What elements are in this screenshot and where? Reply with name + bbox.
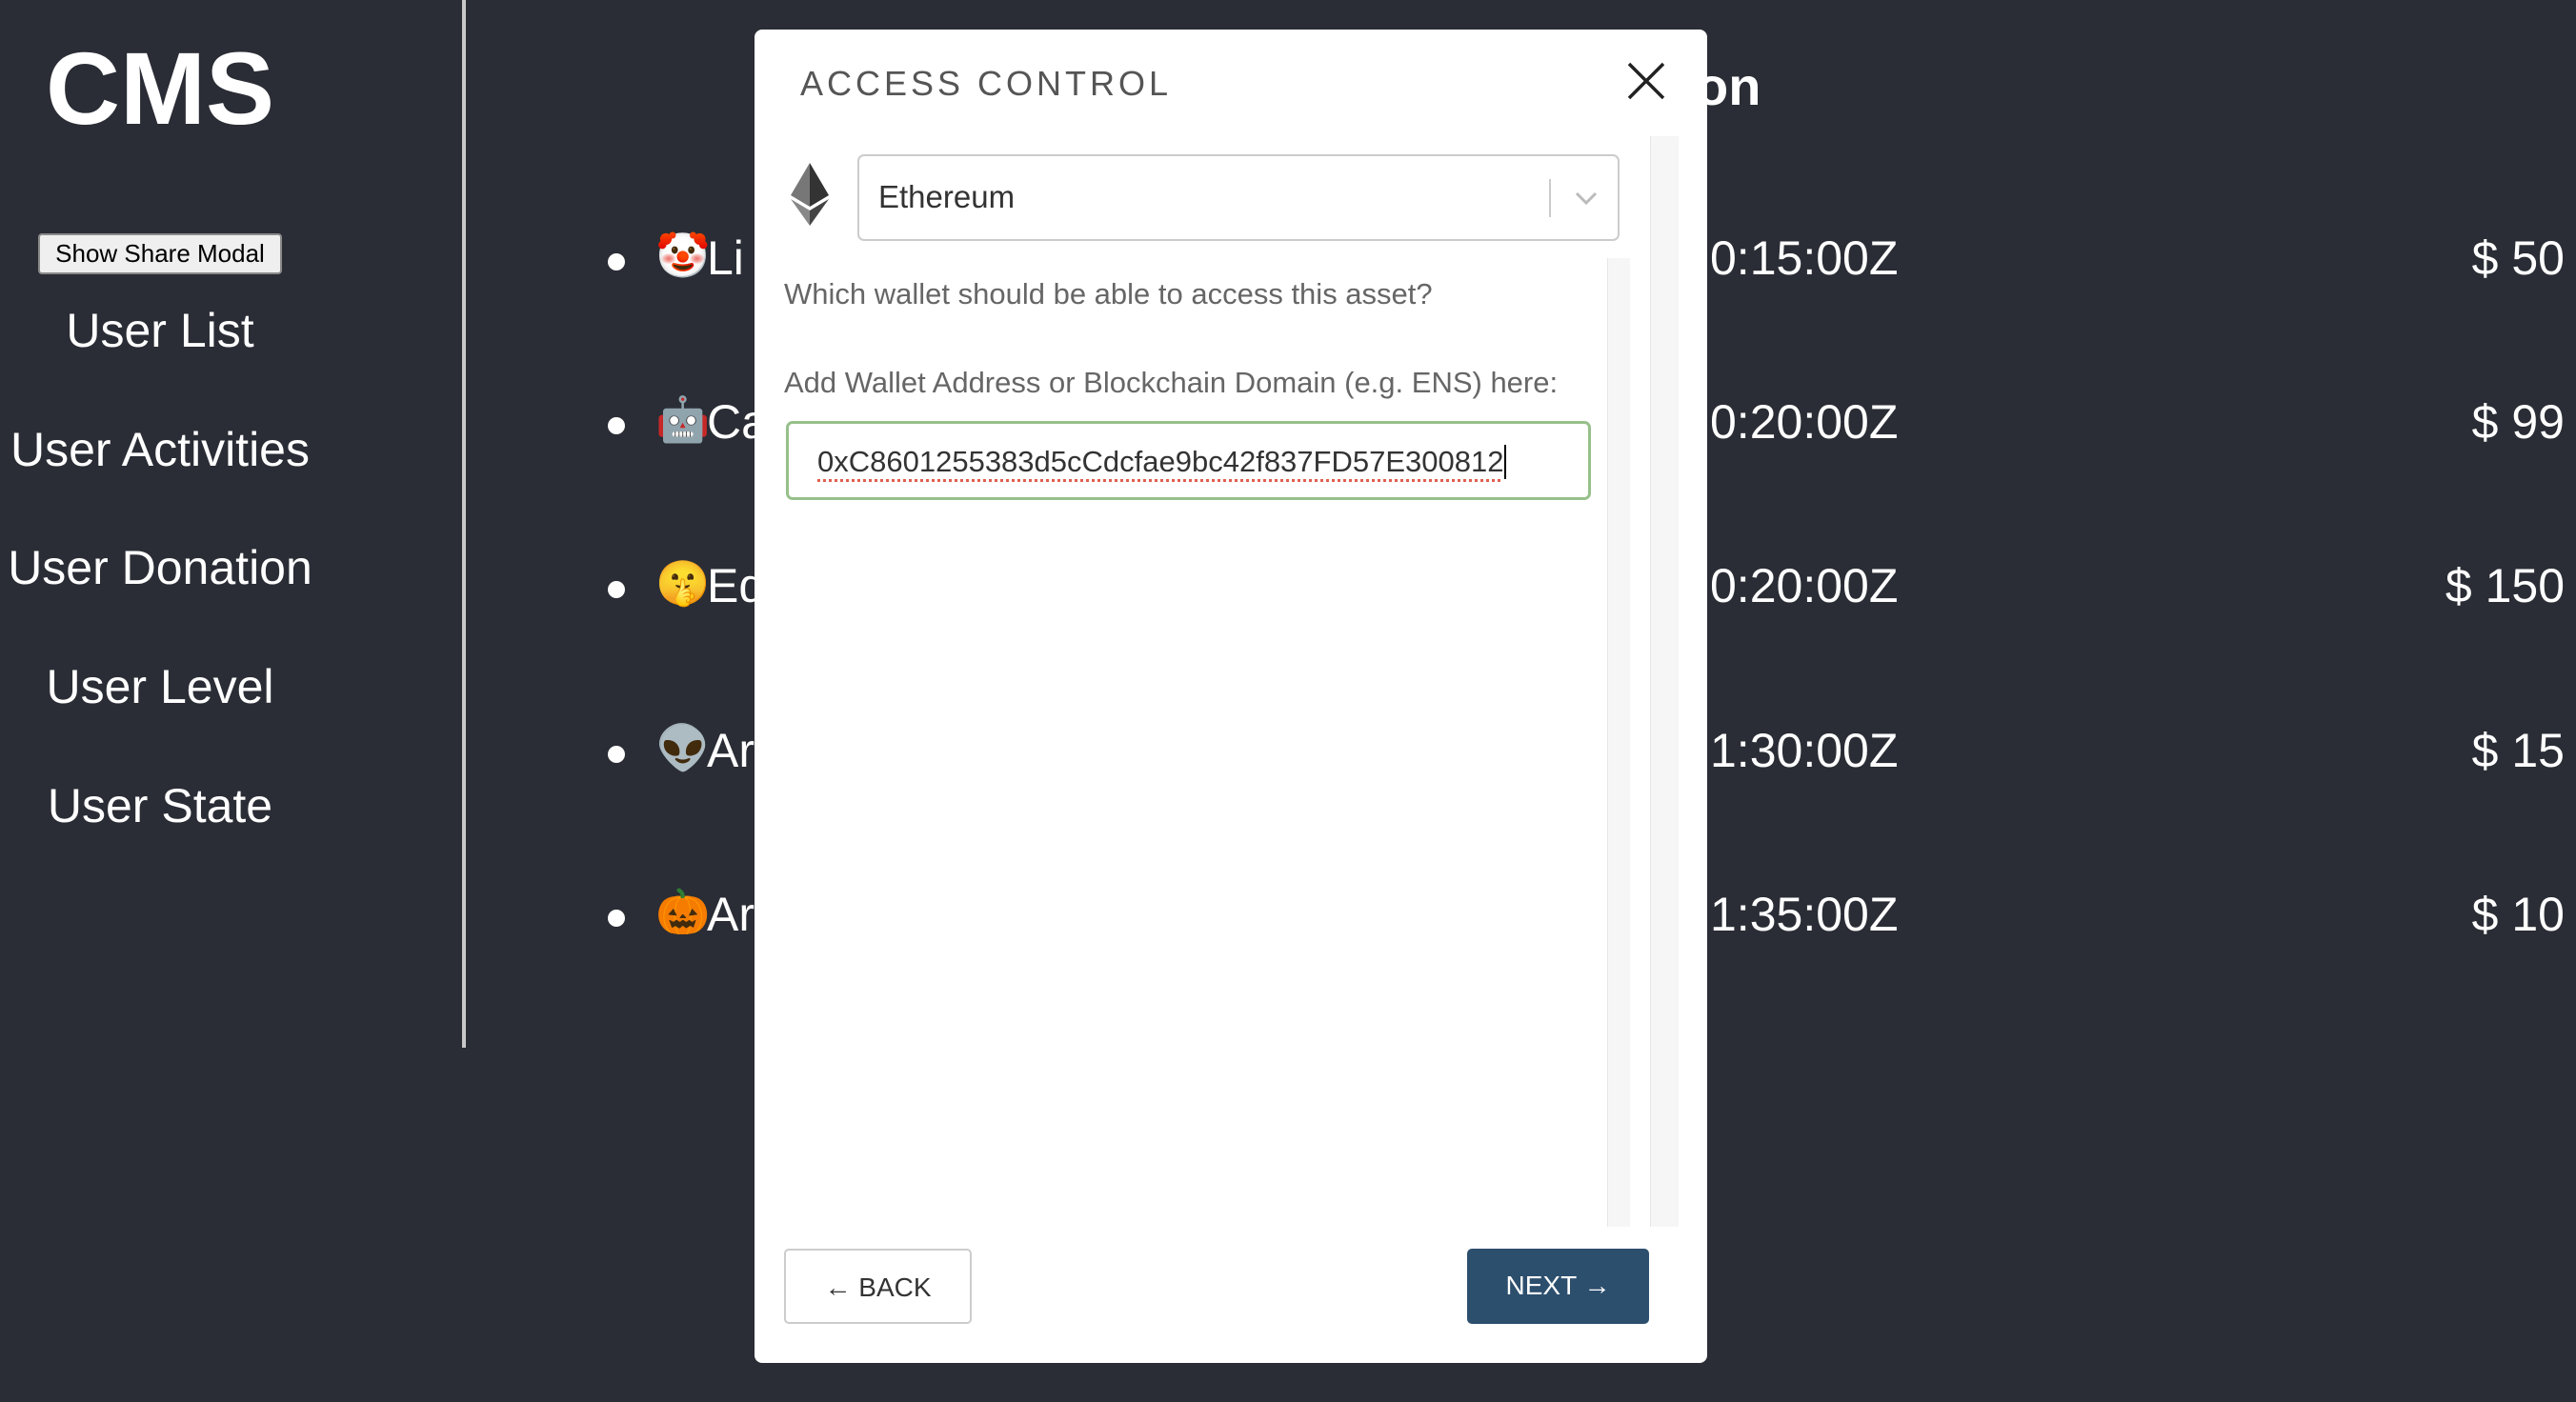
donation-amount: $ 99 [2471,395,2565,449]
app-logo: CMS [46,30,274,146]
close-icon[interactable] [1621,56,1671,106]
nav-user-list[interactable]: User List [0,303,320,358]
donation-time: 1:35:00Z [1710,888,1899,941]
bullet [608,746,625,763]
nav-user-activities[interactable]: User Activities [0,422,320,477]
back-button[interactable]: ← BACK [784,1249,972,1324]
nav-user-donation[interactable]: User Donation [0,540,320,595]
access-control-modal: ACCESS CONTROL Ethereum Which wallet sho… [755,30,1707,1363]
donation-time: 0:15:00Z [1710,231,1899,285]
donor-name: Ar [707,888,755,941]
bullet [608,253,625,270]
show-share-modal-button[interactable]: Show Share Modal [38,233,282,274]
wallet-address-input[interactable]: 0xC8601255383d5cCdcfae9bc42f837FD57E3008… [786,421,1591,500]
nav-user-level[interactable]: User Level [0,659,320,714]
modal-title: ACCESS CONTROL [800,64,1173,103]
bullet [608,417,625,434]
donation-time: 0:20:00Z [1710,395,1899,449]
select-separator [1549,179,1551,217]
sidebar-divider [462,0,466,1048]
wallet-address-value: 0xC8601255383d5cCdcfae9bc42f837FD57E3008… [817,445,1507,479]
ethereum-icon [791,163,829,226]
donation-time: 1:30:00Z [1710,724,1899,777]
bullet [608,581,625,598]
chevron-down-icon[interactable] [1572,181,1600,215]
donation-amount: $ 10 [2471,888,2565,941]
bullet [608,910,625,927]
wallet-question: Which wallet should be able to access th… [784,277,1433,310]
inner-scrollbar[interactable] [1607,258,1630,1227]
donor-name: Li [707,231,744,285]
alien-emoji-icon: 👽 [655,723,711,772]
donation-amount: $ 50 [2471,231,2565,285]
shush-emoji-icon: 🤫 [655,558,711,608]
donation-amount: $ 15 [2471,724,2565,777]
clown-emoji-icon: 🤡 [655,230,711,280]
nav-user-state[interactable]: User State [0,778,320,833]
blockchain-select[interactable]: Ethereum [857,154,1620,241]
blockchain-select-value: Ethereum [878,179,1016,214]
donor-name: Ar [707,724,755,777]
pumpkin-emoji-icon: 🎃 [655,887,711,936]
address-label: Add Wallet Address or Blockchain Domain … [784,366,1559,399]
robot-emoji-icon: 🤖 [655,394,711,444]
outer-scrollbar[interactable] [1650,136,1679,1227]
donation-amount: $ 150 [2445,559,2565,612]
next-button[interactable]: NEXT → [1467,1249,1649,1324]
donation-time: 0:20:00Z [1710,559,1899,612]
